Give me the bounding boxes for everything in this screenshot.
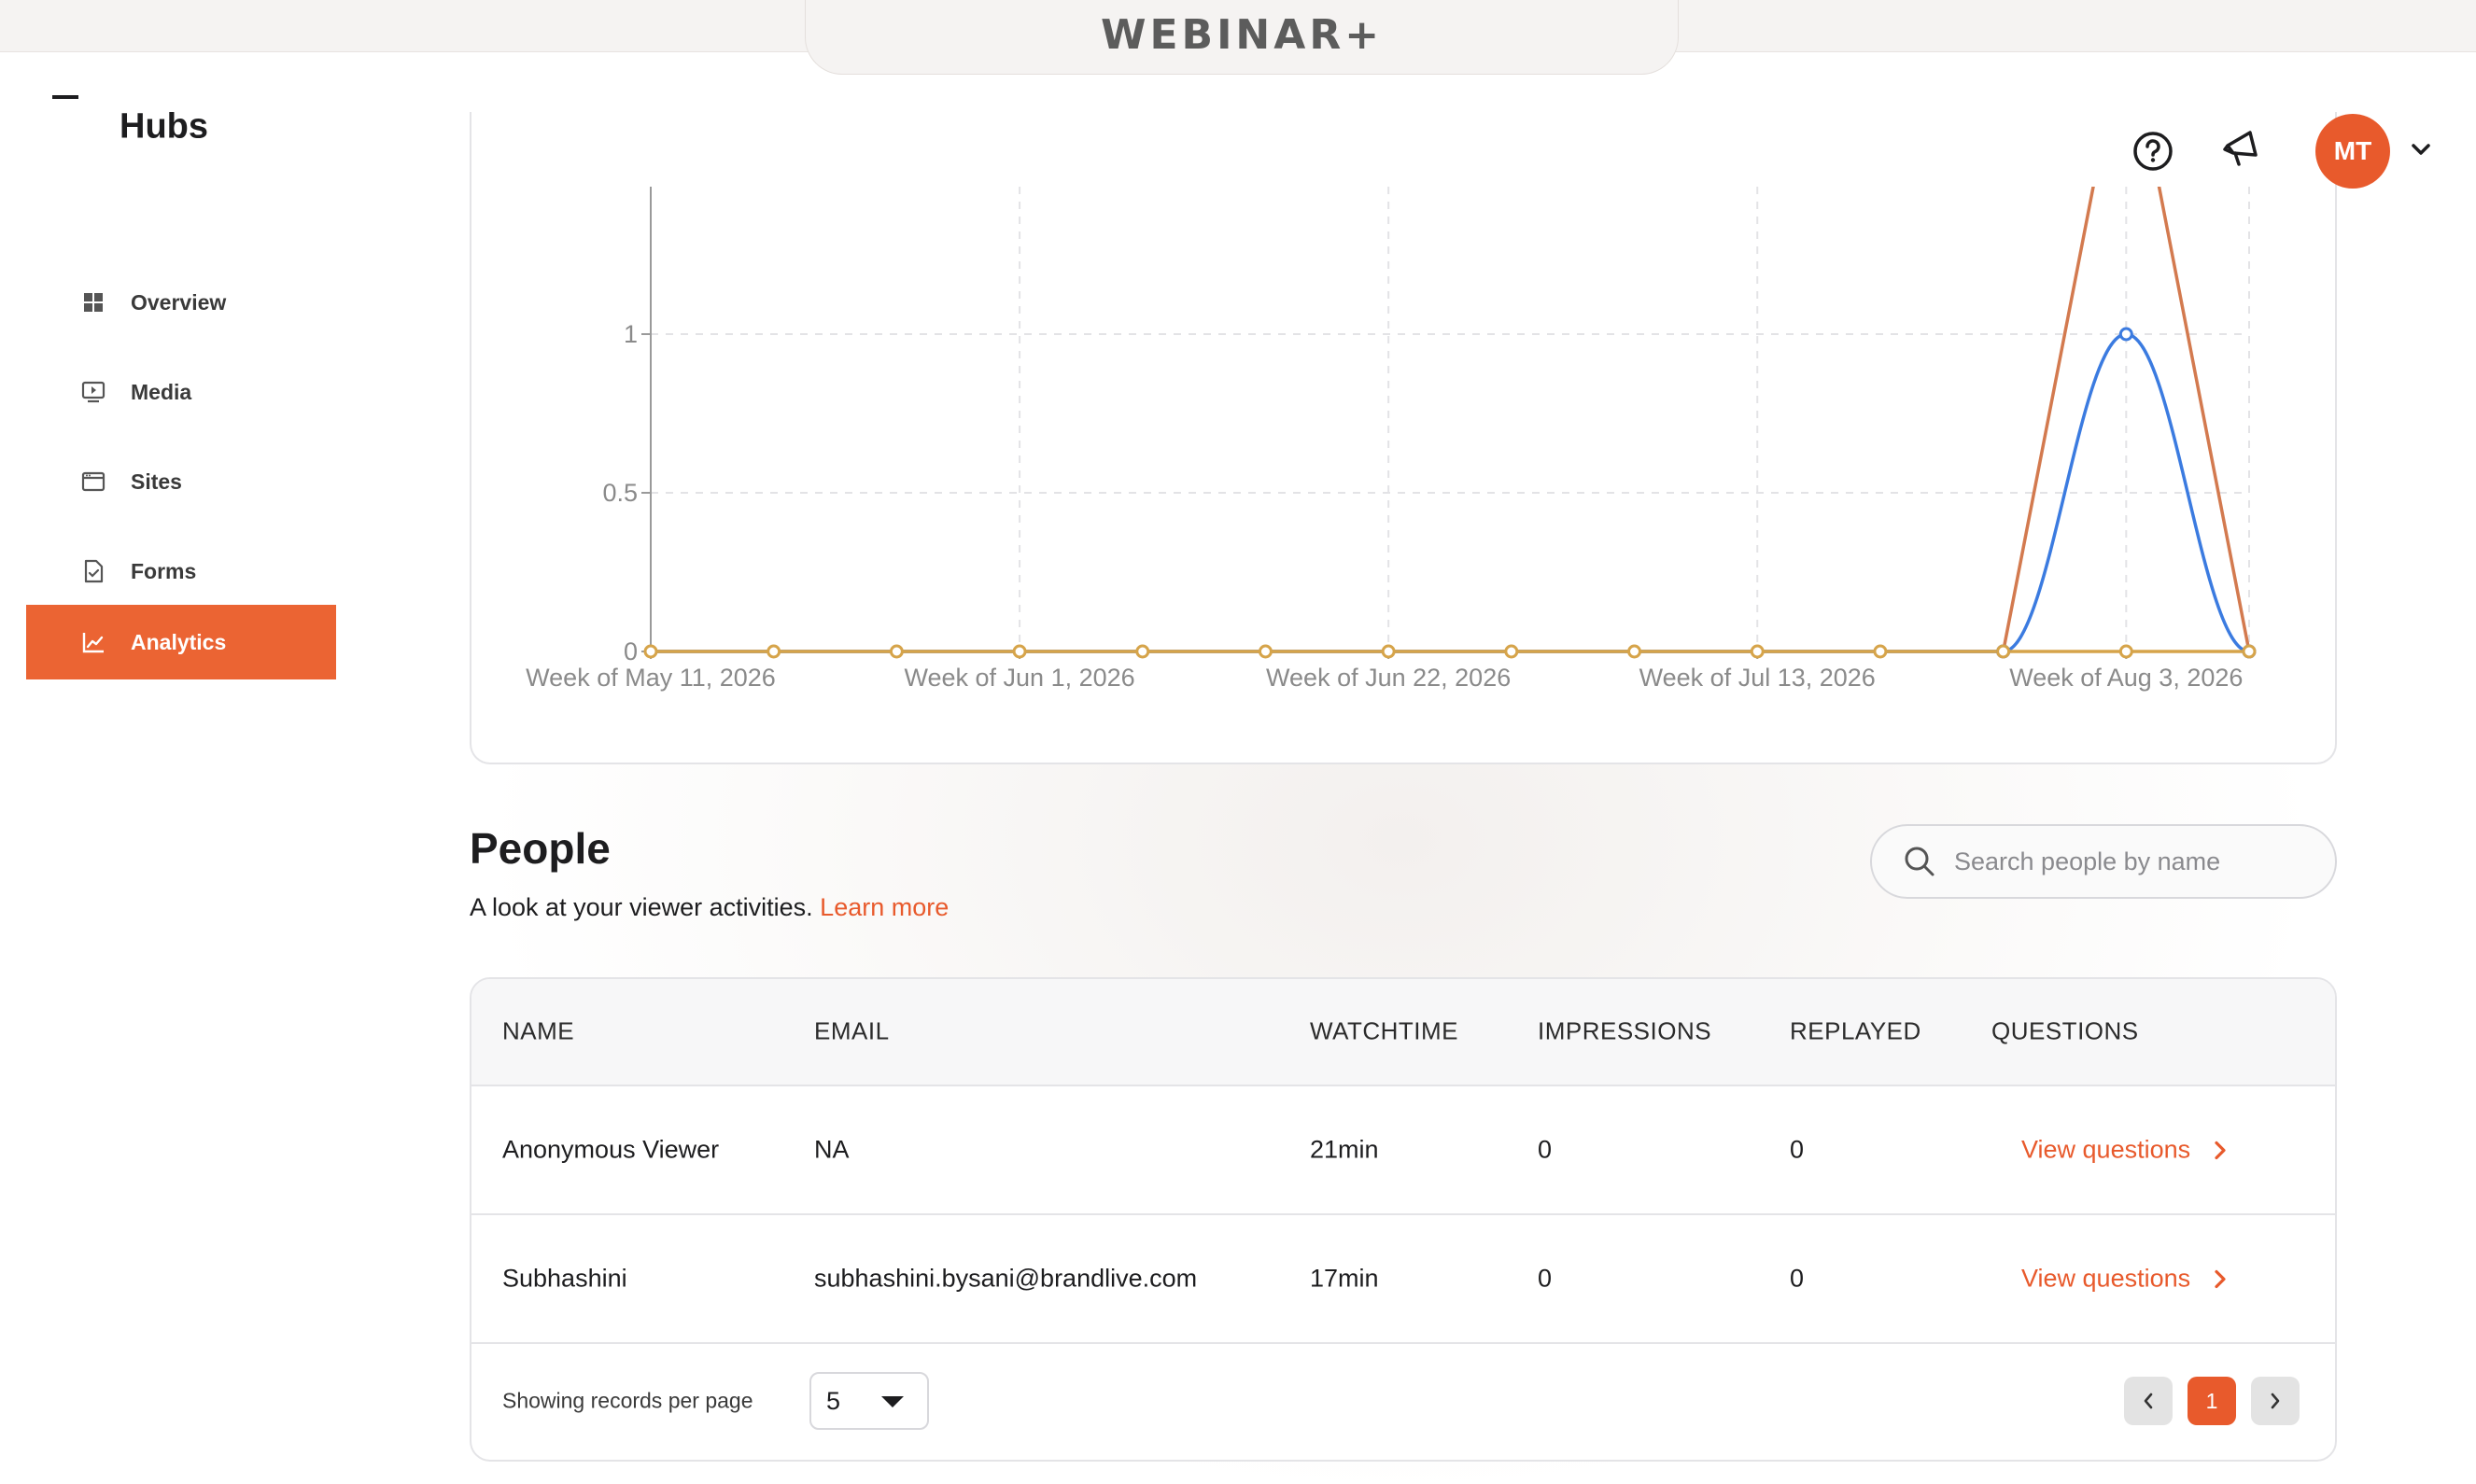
chevron-right-icon	[2215, 1141, 2226, 1159]
collapse-sidebar-icon[interactable]	[52, 95, 78, 99]
data-point	[1012, 644, 1027, 659]
people-search[interactable]	[1870, 824, 2337, 899]
cell-email: NA	[814, 1135, 850, 1164]
cell-replayed: 0	[1790, 1264, 1805, 1293]
grid-icon	[84, 293, 103, 312]
data-point	[767, 644, 781, 659]
sidebar-item-sites[interactable]: Sites	[26, 444, 336, 519]
data-point	[1873, 644, 1888, 659]
x-tick-label: Week of Jun 22, 2026	[1266, 664, 1511, 692]
sidebar-item-label: Sites	[131, 469, 182, 494]
y-tick-label: 0.5	[602, 479, 638, 507]
people-table: NAME EMAIL WATCHTIME IMPRESSIONS REPLAYE…	[470, 977, 2337, 1462]
y-tick-label: 1	[624, 320, 638, 348]
records-per-page-select[interactable]: 5	[809, 1372, 929, 1430]
sidebar-item-label: Overview	[131, 289, 227, 315]
cell-email: subhashini.bysani@brandlive.com	[814, 1264, 1198, 1293]
sidebar-item-overview[interactable]: Overview	[26, 265, 336, 340]
column-header-watchtime[interactable]: WATCHTIME	[1310, 1017, 1458, 1046]
cell-watchtime: 21min	[1310, 1135, 1379, 1164]
view-questions-label: View questions	[2021, 1135, 2191, 1164]
people-section-title: People	[470, 824, 611, 873]
data-point	[1996, 644, 2011, 659]
data-point	[643, 644, 658, 659]
view-questions-link[interactable]: View questions	[2021, 1136, 2228, 1165]
cell-replayed: 0	[1790, 1135, 1805, 1164]
table-row: Anonymous Viewer NA 21min 0 0 View quest…	[471, 1086, 2335, 1215]
sidebar-item-label: Analytics	[131, 629, 227, 654]
page-number-button[interactable]: 1	[2188, 1377, 2236, 1425]
x-tick-label: Week of May 11, 2026	[526, 664, 776, 692]
x-tick-label: Week of Jul 13, 2026	[1639, 664, 1876, 692]
search-input[interactable]	[1954, 847, 2309, 876]
data-point	[1750, 644, 1765, 659]
form-document-icon	[84, 559, 104, 583]
next-page-button[interactable]	[2251, 1377, 2300, 1425]
user-avatar[interactable]: MT	[2315, 114, 2390, 189]
data-point	[1135, 644, 1150, 659]
data-point	[2242, 644, 2257, 659]
records-per-page-value: 5	[826, 1386, 841, 1415]
data-point	[889, 644, 904, 659]
brand-logo: WEBINAR+	[1100, 11, 1384, 59]
cell-name: Anonymous Viewer	[502, 1135, 720, 1164]
search-icon	[1905, 847, 1934, 876]
table-header: NAME EMAIL WATCHTIME IMPRESSIONS REPLAYE…	[471, 979, 2335, 1086]
sidebar-item-forms[interactable]: Forms	[26, 534, 336, 609]
help-icon[interactable]	[2132, 131, 2174, 172]
column-header-questions[interactable]: QUESTIONS	[1991, 1017, 2139, 1046]
y-tick-label: 0	[624, 637, 638, 665]
data-point	[2118, 644, 2133, 659]
browser-window-icon	[81, 471, 106, 492]
chevron-right-icon	[2215, 1269, 2226, 1288]
brand-logo-tab: WEBINAR+	[805, 0, 1679, 75]
media-play-icon	[81, 381, 106, 403]
people-subtitle-text: A look at your viewer activities.	[470, 893, 813, 921]
column-header-email[interactable]: EMAIL	[814, 1017, 890, 1046]
chevron-right-icon	[2271, 1393, 2280, 1409]
page-title: Hubs	[120, 106, 208, 147]
data-point	[1504, 644, 1519, 659]
learn-more-link[interactable]: Learn more	[820, 893, 949, 921]
sidebar-item-media[interactable]: Media	[26, 355, 336, 429]
cell-impressions: 0	[1538, 1135, 1553, 1164]
column-header-impressions[interactable]: IMPRESSIONS	[1538, 1017, 1711, 1046]
megaphone-icon[interactable]	[2222, 127, 2261, 168]
cell-watchtime: 17min	[1310, 1264, 1379, 1293]
view-questions-link[interactable]: View questions	[2021, 1265, 2228, 1294]
cell-name: Subhashini	[502, 1264, 627, 1293]
x-tick-label: Week of Jun 1, 2026	[904, 664, 1134, 692]
data-point	[1258, 644, 1273, 659]
sidebar-item-analytics[interactable]: Analytics	[26, 605, 336, 679]
table-row: Subhashini subhashini.bysani@brandlive.c…	[471, 1215, 2335, 1344]
column-header-name[interactable]: NAME	[502, 1017, 574, 1046]
line-chart-icon	[82, 633, 104, 653]
column-header-replayed[interactable]: REPLAYED	[1790, 1017, 1921, 1046]
x-tick-label: Week of Aug 3, 2026	[2009, 664, 2243, 692]
chevron-down-icon[interactable]	[2411, 142, 2431, 157]
previous-page-button[interactable]	[2124, 1377, 2173, 1425]
sidebar-item-label: Forms	[131, 558, 197, 583]
records-per-page-label: Showing records per page	[502, 1388, 753, 1413]
caret-down-icon	[881, 1396, 904, 1407]
chevron-left-icon	[2144, 1393, 2153, 1409]
data-point	[2118, 327, 2133, 342]
cell-impressions: 0	[1538, 1264, 1553, 1293]
data-point	[1627, 644, 1642, 659]
data-point	[1381, 644, 1396, 659]
sidebar-item-label: Media	[131, 379, 192, 404]
people-subtitle: A look at your viewer activities. Learn …	[470, 893, 949, 922]
view-questions-label: View questions	[2021, 1264, 2191, 1293]
